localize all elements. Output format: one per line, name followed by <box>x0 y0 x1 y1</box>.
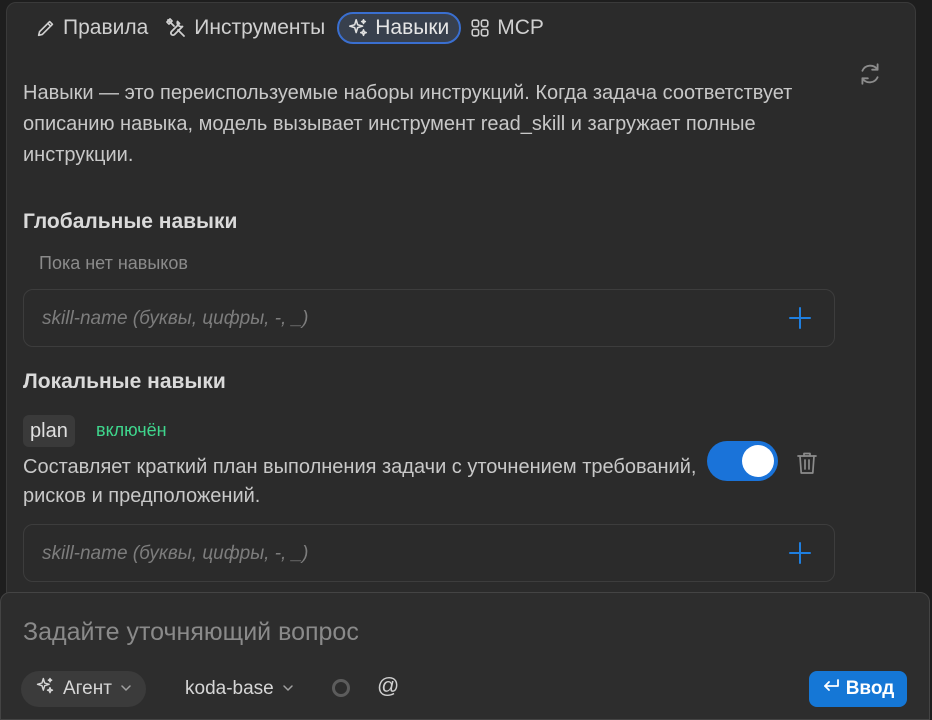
plus-icon <box>789 542 811 564</box>
chevron-down-icon <box>282 678 294 700</box>
model-selector-dropdown[interactable]: koda-base <box>185 671 294 707</box>
tab-skills-label: Навыки <box>375 16 450 39</box>
global-skill-input-box <box>23 289 835 348</box>
skill-status-badge: включён <box>96 420 167 440</box>
add-global-skill-button[interactable] <box>788 306 812 330</box>
chevron-down-icon <box>120 678 132 700</box>
mention-button[interactable]: @ <box>377 673 399 699</box>
tab-tools[interactable]: Инструменты <box>160 12 333 44</box>
global-skill-name-input[interactable] <box>40 290 744 348</box>
sparkles-icon <box>35 676 55 702</box>
global-skills-empty: Пока нет навыков <box>39 253 188 273</box>
loading-spinner-icon <box>332 679 350 697</box>
skills-panel: Правила Инструменты Навыки MCP Навыки — … <box>6 2 916 602</box>
settings-tabs: Правила Инструменты Навыки MCP <box>31 11 552 45</box>
local-skills-title: Локальные навыки <box>23 370 226 393</box>
tab-mcp-label: MCP <box>497 16 544 39</box>
enter-icon <box>822 678 840 700</box>
local-skill-name-input[interactable] <box>40 525 744 583</box>
app-window: Правила Инструменты Навыки MCP Навыки — … <box>0 0 932 720</box>
pencil-icon <box>35 17 57 39</box>
plus-icon <box>789 307 811 329</box>
agent-mode-dropdown[interactable]: Агент <box>21 671 146 707</box>
refresh-icon[interactable] <box>857 61 883 87</box>
grid-icon <box>469 17 491 39</box>
skill-name-badge: plan <box>23 415 75 447</box>
agent-mode-label: Агент <box>63 678 112 699</box>
add-local-skill-button[interactable] <box>788 541 812 565</box>
tab-rules-label: Правила <box>63 16 149 39</box>
local-skill-input-box <box>23 524 835 583</box>
tools-icon <box>164 16 188 40</box>
model-label: koda-base <box>185 678 274 699</box>
global-skills-title: Глобальные навыки <box>23 210 238 233</box>
tab-rules[interactable]: Правила <box>31 12 156 44</box>
tab-mcp[interactable]: MCP <box>465 12 552 44</box>
tab-skills[interactable]: Навыки <box>337 12 462 44</box>
skill-description: Составляет краткий план выполнения задач… <box>23 456 697 507</box>
skills-description: Навыки — это переиспользуемые наборы инс… <box>23 82 793 166</box>
tab-tools-label: Инструменты <box>194 16 326 39</box>
sparkles-icon <box>347 17 369 39</box>
question-input[interactable] <box>21 611 905 653</box>
chat-composer: Агент koda-base @ Ввод <box>0 592 930 720</box>
trash-icon[interactable] <box>795 450 819 476</box>
toggle-knob <box>742 445 774 477</box>
send-button-label: Ввод <box>845 678 895 699</box>
skill-enabled-toggle[interactable] <box>707 441 778 481</box>
send-button[interactable]: Ввод <box>809 671 907 707</box>
